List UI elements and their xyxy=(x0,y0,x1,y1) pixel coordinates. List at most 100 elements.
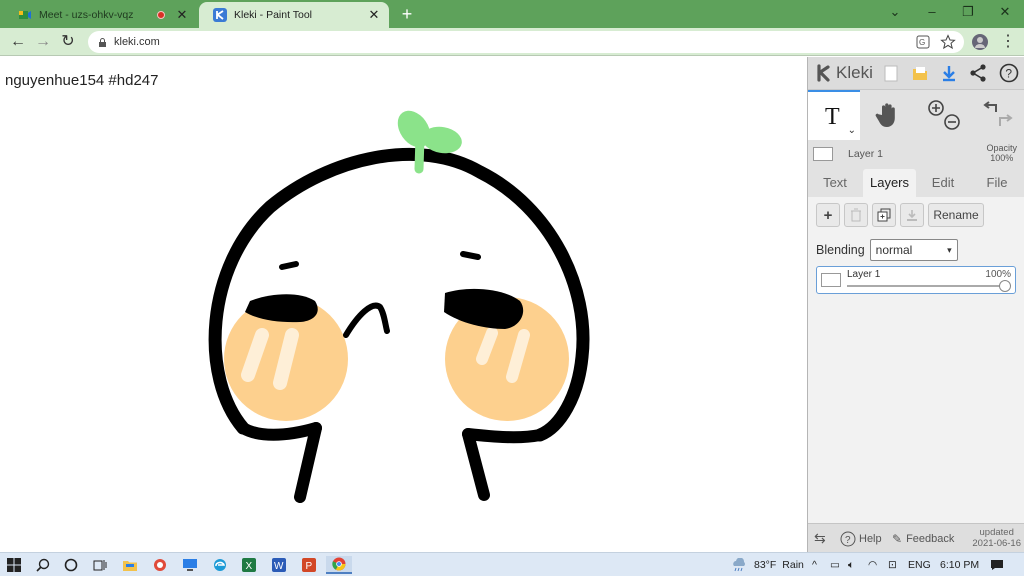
blending-select[interactable]: normal ▾ xyxy=(869,239,958,261)
cortana-icon[interactable] xyxy=(62,556,80,574)
open-folder-icon[interactable] xyxy=(910,63,930,83)
close-tab-icon[interactable]: ✕ xyxy=(367,7,381,23)
tab-search-button[interactable]: ⌄ xyxy=(885,4,905,20)
help-button[interactable]: ? Help xyxy=(840,524,882,553)
slider-handle[interactable] xyxy=(999,280,1011,292)
help-label: Help xyxy=(859,532,882,545)
tray-chevron-up-icon[interactable]: ^ xyxy=(812,553,817,576)
windows-taskbar: X W P 83°F Rain ^ ▭ 🔈︎ ◠ ⊡ ENG 6:10 PM xyxy=(0,552,1024,576)
browser-menu-icon[interactable]: ⋮ xyxy=(998,32,1018,52)
close-window-button[interactable]: ✕ xyxy=(995,4,1015,20)
tab-kleki[interactable]: Kleki - Paint Tool ✕ xyxy=(199,2,389,28)
delete-layer-button[interactable] xyxy=(844,203,868,227)
edge-icon[interactable] xyxy=(211,556,229,574)
download-icon[interactable] xyxy=(939,63,959,83)
updated-label: updated xyxy=(979,527,1014,538)
opacity-value: 100% xyxy=(990,153,1014,163)
tab-text[interactable]: Text xyxy=(812,169,858,197)
drawing-canvas[interactable]: nguyenhue154 #hd247 xyxy=(0,57,807,552)
text-tool-button[interactable]: T ⌄ xyxy=(808,90,860,140)
search-icon[interactable] xyxy=(34,556,52,574)
tab-file[interactable]: File xyxy=(974,169,1020,197)
lock-icon xyxy=(99,37,106,47)
svg-text:?: ? xyxy=(845,535,851,546)
hand-icon xyxy=(875,103,895,127)
svg-text:X: X xyxy=(246,561,253,572)
language-indicator[interactable]: ENG xyxy=(908,553,931,576)
monitor-app-icon[interactable] xyxy=(181,556,199,574)
opacity-label: Opacity xyxy=(986,143,1017,153)
back-arrow-icon[interactable]: ← xyxy=(8,32,28,52)
panel-tabs: Text Layers Edit File xyxy=(808,169,1024,197)
svg-text:?: ? xyxy=(1005,67,1012,81)
translate-icon[interactable]: G xyxy=(915,34,931,50)
opacity-readout: Opacity 100% xyxy=(986,143,1017,163)
windows-start-icon[interactable] xyxy=(5,556,23,574)
chevron-down-icon[interactable]: ⌄ xyxy=(848,125,856,136)
close-tab-icon[interactable]: ✕ xyxy=(175,7,189,23)
input-method-icon[interactable]: ⊡ xyxy=(888,553,897,576)
help-icon[interactable]: ? xyxy=(999,63,1019,83)
text-tool-icon: T xyxy=(825,104,840,129)
volume-icon[interactable]: 🔈︎ xyxy=(848,553,854,576)
new-file-icon[interactable] xyxy=(881,63,901,83)
battery-icon[interactable]: ▭ xyxy=(830,553,840,576)
rename-button[interactable]: Rename xyxy=(928,203,984,227)
app-red-icon[interactable] xyxy=(151,556,169,574)
svg-text:G: G xyxy=(919,38,925,47)
add-layer-button[interactable]: + xyxy=(816,203,840,227)
meet-icon xyxy=(19,11,31,19)
tab-label: Meet - uzs-ohkv-vqz xyxy=(39,9,134,21)
zoom-tool-button[interactable] xyxy=(918,90,970,140)
merge-down-button[interactable] xyxy=(900,203,924,227)
current-layer-name: Layer 1 xyxy=(848,148,884,160)
svg-text:P: P xyxy=(306,561,313,572)
word-icon[interactable]: W xyxy=(270,556,288,574)
new-tab-button[interactable]: + xyxy=(397,4,417,25)
excel-icon[interactable]: X xyxy=(240,556,258,574)
blending-control: Blending normal ▾ xyxy=(816,239,958,261)
swap-panel-button[interactable]: ⇆ xyxy=(814,524,826,553)
powerpoint-icon[interactable]: P xyxy=(300,556,318,574)
merge-down-icon xyxy=(907,210,917,221)
forward-arrow-icon[interactable]: → xyxy=(33,32,53,52)
blending-label: Blending xyxy=(816,243,865,257)
layers-panel: + Rename Blending normal ▾ Layer 1 100% xyxy=(808,197,1024,552)
kleki-logo-icon xyxy=(817,64,830,82)
undo-redo-button[interactable] xyxy=(972,90,1024,140)
task-view-icon[interactable] xyxy=(91,556,109,574)
bookmark-star-icon[interactable] xyxy=(940,34,956,50)
current-layer-indicator: Layer 1 Opacity 100% xyxy=(808,143,1024,165)
minimize-button[interactable]: – xyxy=(922,4,942,19)
tab-edit[interactable]: Edit xyxy=(920,169,966,197)
zoom-in-out-icon xyxy=(928,100,960,130)
tab-meet[interactable]: Meet - uzs-ohkv-vqz ✕ xyxy=(4,2,197,28)
help-icon: ? xyxy=(840,531,856,546)
notifications-icon[interactable] xyxy=(990,553,1004,576)
restore-button[interactable]: ❐ xyxy=(958,4,978,20)
weather-widget[interactable]: 83°F Rain xyxy=(730,553,804,576)
layer-list-item[interactable]: Layer 1 100% xyxy=(816,266,1016,294)
clock[interactable]: 6:10 PM xyxy=(940,553,979,576)
tab-layers[interactable]: Layers xyxy=(863,169,916,197)
layer-opacity-slider[interactable] xyxy=(847,280,1011,292)
reload-icon[interactable]: ↻ xyxy=(58,32,78,52)
hand-tool-button[interactable] xyxy=(862,90,914,140)
browser-tab-strip: Meet - uzs-ohkv-vqz ✕ Kleki - Paint Tool… xyxy=(0,0,1024,28)
updated-info: updated 2021-06-16 xyxy=(972,527,1021,549)
profile-avatar-icon[interactable] xyxy=(972,34,988,50)
share-icon[interactable] xyxy=(968,63,988,83)
chrome-icon[interactable] xyxy=(326,556,352,574)
duplicate-layer-button[interactable] xyxy=(872,203,896,227)
tool-row: T ⌄ xyxy=(808,90,1024,140)
plus-icon: + xyxy=(823,206,833,224)
svg-text:W: W xyxy=(274,561,284,572)
file-explorer-icon[interactable] xyxy=(121,556,139,574)
address-bar[interactable]: kleki.com xyxy=(88,31,964,53)
wifi-icon[interactable]: ◠ xyxy=(868,553,877,576)
feedback-button[interactable]: ✎ Feedback xyxy=(892,524,954,553)
kleki-favicon-icon xyxy=(213,8,227,22)
chevron-down-icon: ▾ xyxy=(947,244,952,255)
logo-text: Kleki xyxy=(836,63,873,82)
svg-text:T: T xyxy=(825,104,840,129)
